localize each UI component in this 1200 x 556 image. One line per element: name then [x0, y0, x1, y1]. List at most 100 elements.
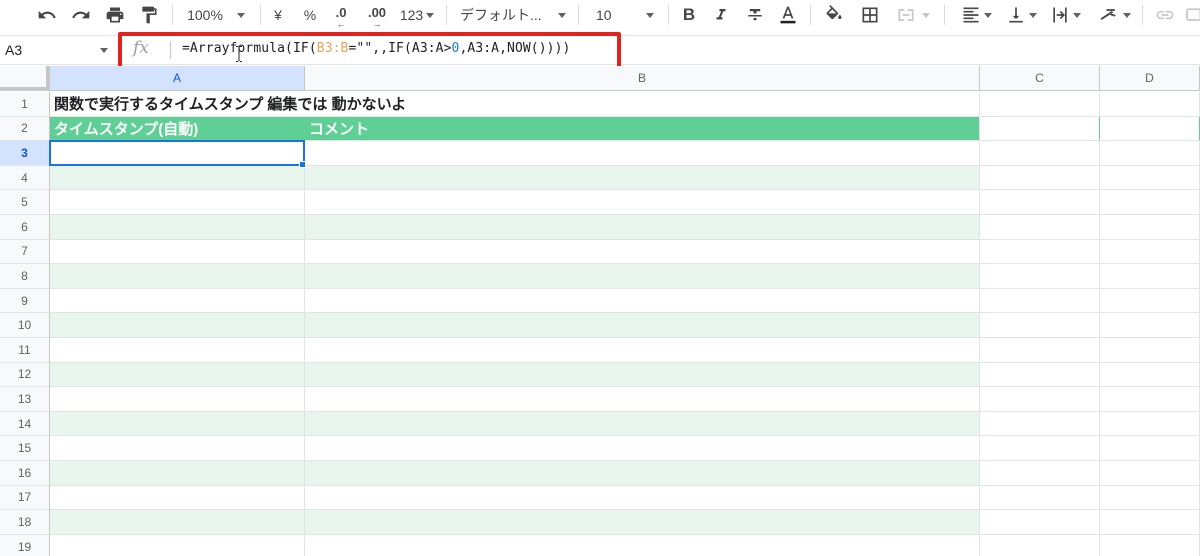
cell-c[interactable]: [980, 436, 1100, 460]
cell-c[interactable]: [980, 141, 1100, 165]
cell-a[interactable]: [50, 288, 305, 313]
cell-d[interactable]: [1100, 288, 1200, 313]
row-header[interactable]: 2: [0, 116, 50, 142]
cell-c[interactable]: [980, 411, 1100, 436]
borders-icon[interactable]: [858, 0, 882, 30]
cell-a[interactable]: [50, 190, 305, 214]
row-header[interactable]: 17: [0, 485, 50, 511]
merge-cells-icon[interactable]: [892, 0, 934, 30]
cell-b[interactable]: コメント: [305, 116, 980, 141]
row-header[interactable]: 8: [0, 264, 50, 289]
row-header[interactable]: 4: [0, 165, 50, 191]
cell-d[interactable]: [1100, 239, 1200, 264]
cell-b[interactable]: [305, 436, 980, 460]
cell-d[interactable]: [1100, 362, 1200, 387]
row-header[interactable]: 3: [0, 141, 50, 166]
horizontal-align-icon[interactable]: [956, 0, 996, 30]
row-header[interactable]: 16: [0, 461, 50, 486]
italic-icon[interactable]: [710, 0, 732, 30]
cell-a[interactable]: [50, 485, 305, 510]
name-box[interactable]: A3: [0, 36, 118, 64]
cell-b[interactable]: [305, 313, 980, 337]
cell-a[interactable]: 関数で実行するタイムスタンプ 編集では 動かないよ: [50, 92, 406, 116]
cell-d[interactable]: [1100, 411, 1200, 436]
row-header[interactable]: 19: [0, 534, 50, 556]
decrease-decimals-button[interactable]: .0 ←: [328, 0, 354, 30]
cell-c[interactable]: [980, 92, 1100, 116]
cell-a[interactable]: [50, 141, 305, 165]
cell-c[interactable]: [980, 510, 1100, 534]
cell-d[interactable]: [1100, 387, 1200, 411]
cell-d[interactable]: [1100, 190, 1200, 214]
cell-a[interactable]: [50, 534, 305, 556]
cell-d[interactable]: [1100, 141, 1200, 165]
cell-c[interactable]: [980, 338, 1100, 362]
column-header-a[interactable]: A: [50, 66, 305, 91]
cell-b[interactable]: [305, 165, 980, 190]
zoom-select[interactable]: 100%: [180, 0, 252, 30]
cell-c[interactable]: [980, 313, 1100, 337]
cell-a[interactable]: タイムスタンプ(自動): [50, 116, 305, 141]
cell-a[interactable]: [50, 338, 305, 362]
print-icon[interactable]: [102, 0, 128, 30]
cell-d[interactable]: [1100, 92, 1200, 116]
percent-format-button[interactable]: %: [300, 0, 320, 30]
cell-d[interactable]: [1100, 264, 1200, 288]
row-header[interactable]: 18: [0, 510, 50, 535]
cell-a[interactable]: [50, 436, 305, 460]
cell-b[interactable]: [305, 485, 980, 510]
cell-c[interactable]: [980, 264, 1100, 288]
cell-b[interactable]: [305, 338, 980, 362]
cell-c[interactable]: [980, 461, 1100, 485]
cell-a[interactable]: [50, 264, 305, 288]
cell-a[interactable]: [50, 165, 305, 190]
text-rotation-icon[interactable]: [1092, 0, 1136, 30]
cell-d[interactable]: [1100, 338, 1200, 362]
fill-color-icon[interactable]: [822, 0, 846, 30]
cell-d[interactable]: [1100, 116, 1200, 141]
cell-c[interactable]: [980, 215, 1100, 239]
cell-b[interactable]: [305, 534, 980, 556]
cell-b[interactable]: [305, 215, 980, 239]
cell-c[interactable]: [980, 190, 1100, 214]
column-header-c[interactable]: C: [980, 66, 1100, 91]
row-header[interactable]: 14: [0, 411, 50, 437]
cell-d[interactable]: [1100, 215, 1200, 239]
row-header[interactable]: 11: [0, 338, 50, 363]
column-header-b[interactable]: B: [305, 66, 980, 91]
cell-b[interactable]: [305, 411, 980, 436]
row-header[interactable]: 7: [0, 239, 50, 265]
cell-d[interactable]: [1100, 485, 1200, 510]
cell-c[interactable]: [980, 362, 1100, 387]
cell-a[interactable]: [50, 387, 305, 411]
strikethrough-icon[interactable]: [744, 0, 766, 30]
cell-d[interactable]: [1100, 461, 1200, 485]
cell-a[interactable]: [50, 510, 305, 534]
cell-c[interactable]: [980, 116, 1100, 141]
cell-d[interactable]: [1100, 510, 1200, 534]
row-header[interactable]: 5: [0, 190, 50, 215]
row-header[interactable]: 6: [0, 215, 50, 240]
cell-a[interactable]: [50, 411, 305, 436]
cell-b[interactable]: [305, 141, 980, 165]
cell-c[interactable]: [980, 288, 1100, 313]
cell-d[interactable]: [1100, 534, 1200, 556]
row-header[interactable]: 12: [0, 362, 50, 388]
undo-icon[interactable]: [34, 0, 60, 30]
paint-format-icon[interactable]: [136, 0, 162, 30]
row-header[interactable]: 1: [0, 92, 50, 117]
cell-b[interactable]: [305, 239, 980, 264]
cell-b[interactable]: [305, 264, 980, 288]
cell-b[interactable]: [305, 288, 980, 313]
column-header-d[interactable]: D: [1100, 66, 1200, 91]
increase-decimals-button[interactable]: .00 →: [362, 0, 392, 30]
cell-d[interactable]: [1100, 165, 1200, 190]
cell-c[interactable]: [980, 485, 1100, 510]
insert-comment-icon[interactable]: [1184, 0, 1200, 30]
font-size-select[interactable]: 10: [596, 0, 660, 30]
fill-handle[interactable]: [299, 161, 306, 168]
cell-b[interactable]: [305, 461, 980, 485]
cell-d[interactable]: [1100, 436, 1200, 460]
cell-c[interactable]: [980, 165, 1100, 190]
cell-a[interactable]: [50, 362, 305, 387]
